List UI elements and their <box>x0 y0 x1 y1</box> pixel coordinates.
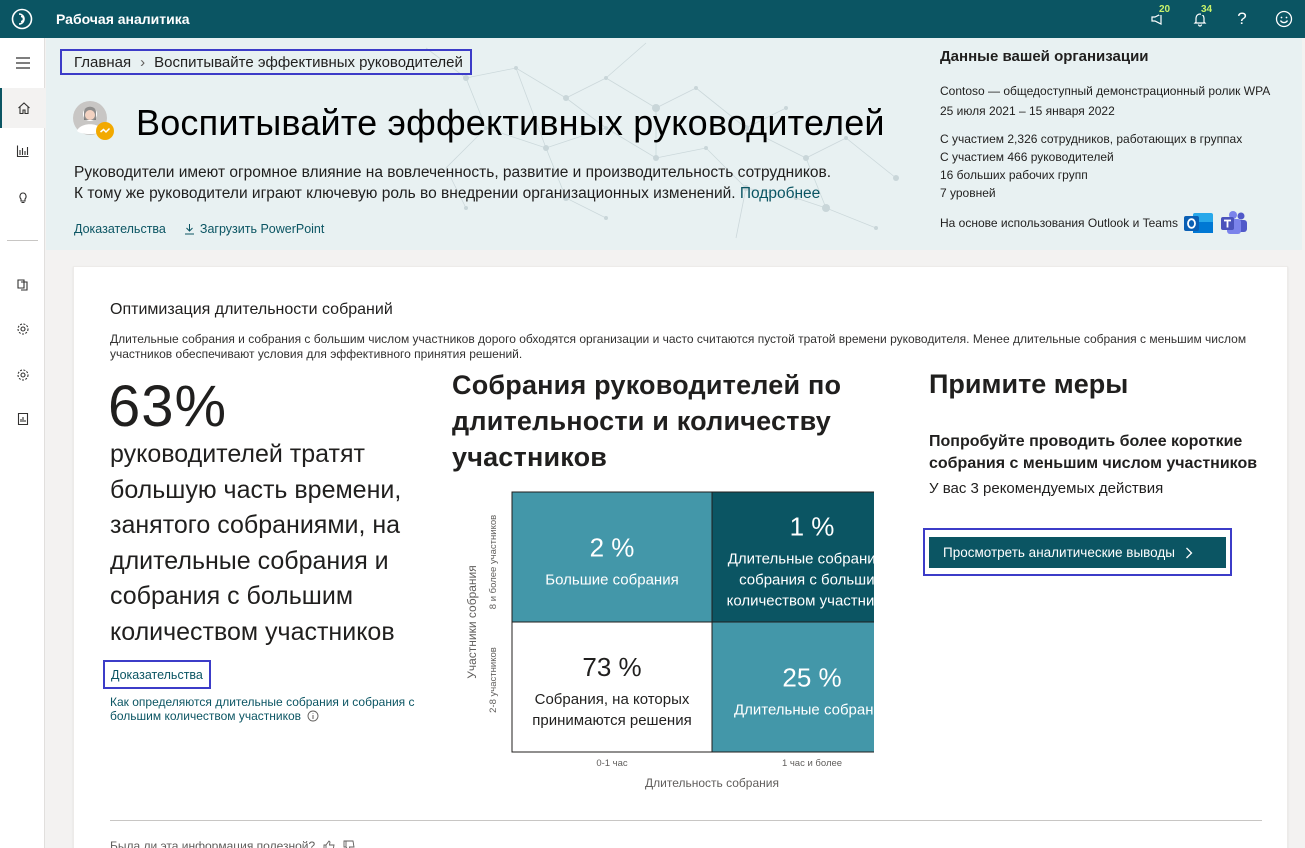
page-description-line-2: К тому же руководители играют ключевую р… <box>74 185 736 202</box>
how-defined-link[interactable]: Как определяются длительные собрания и с… <box>110 695 440 723</box>
org-stat: 7 уровней <box>940 186 996 200</box>
card-divider <box>110 820 1262 821</box>
x-tick-label: 0-1 час <box>596 758 628 769</box>
learn-more-link[interactable]: Подробнее <box>740 185 820 202</box>
announcements-button[interactable]: 20 <box>1137 0 1179 38</box>
menu-hamburger-button[interactable] <box>0 43 45 83</box>
recommended-actions-count: У вас 3 рекомендуемых действия <box>929 480 1164 497</box>
card-title: Оптимизация длительности собраний <box>110 301 393 318</box>
page-description: Руководители имеют огромное влияние на в… <box>74 162 894 204</box>
page-title: Воспитывайте эффективных руководителей <box>136 102 885 143</box>
matrix-cell-label: Собрания, на которых <box>535 691 690 708</box>
workplace-analytics-logo-icon[interactable] <box>0 0 44 38</box>
breadcrumb-home[interactable]: Главная <box>74 54 131 71</box>
page-header: Главная › Воспитывайте эффективных руков… <box>46 38 1302 250</box>
how-defined-text: Как определяются длительные собрания и с… <box>110 695 415 723</box>
help-button[interactable]: ? <box>1221 0 1263 38</box>
report-icon <box>17 412 28 426</box>
view-insights-label: Просмотреть аналитические выводы <box>943 545 1175 560</box>
org-data-title: Данные вашей организации <box>940 48 1149 65</box>
matrix-cell-label: Большие собрания <box>545 572 678 589</box>
gear-icon <box>16 323 29 335</box>
nav-reports[interactable] <box>0 131 45 171</box>
org-stat: 16 больших рабочих групп <box>940 168 1088 182</box>
feedback-question: Была ли эта информация полезной? <box>110 839 316 848</box>
chevron-right-icon <box>1186 547 1193 558</box>
download-icon <box>184 224 194 235</box>
notifications-badge: 34 <box>1201 4 1213 15</box>
org-stat: С участием 466 руководителей <box>940 150 1114 164</box>
nav-home[interactable] <box>0 88 45 128</box>
evidence-header-link[interactable]: Доказательства <box>74 222 166 236</box>
rail-divider <box>7 240 38 241</box>
home-icon <box>17 102 30 115</box>
breadcrumb: Главная › Воспитывайте эффективных руков… <box>60 49 472 75</box>
matrix-cell-label: количеством участников <box>727 593 874 610</box>
org-stat: С участием 2,326 сотрудников, работающих… <box>940 132 1243 146</box>
nav-data-sources[interactable] <box>0 265 45 305</box>
meeting-length-card: Оптимизация длительности собраний Длител… <box>73 266 1288 848</box>
matrix-cell <box>511 621 713 753</box>
matrix-cell-value: 2 % <box>590 533 635 563</box>
lightbulb-icon <box>18 192 27 204</box>
insights-button-focus-frame: Просмотреть аналитические выводы <box>923 528 1232 576</box>
matrix-cell-label: принимаются решения <box>532 712 691 729</box>
help-icon: ? <box>1237 9 1247 28</box>
top-bar: Рабочая аналитика 20 34 ? <box>0 0 1305 38</box>
matrix-cell-label: Длительные собрания и <box>728 551 874 568</box>
header-links: Доказательства Загрузить PowerPoint <box>74 222 324 236</box>
manager-avatar-icon <box>73 101 114 140</box>
info-icon[interactable] <box>307 710 319 722</box>
matrix-cell-label: Длительные собрания <box>734 702 874 719</box>
chart-title: Собрания руководителей по длительности и… <box>452 370 842 472</box>
feedback-smiley-button[interactable] <box>1263 0 1305 38</box>
matrix-cell-value: 73 % <box>582 652 641 682</box>
org-name: Contoso — общедоступный демонстрационный… <box>940 84 1271 98</box>
left-nav-rail <box>0 38 45 848</box>
nav-analyst-reports[interactable] <box>0 399 45 439</box>
announcements-badge: 20 <box>1159 4 1171 15</box>
org-date-range: 25 июля 2021 – 15 января 2022 <box>940 104 1115 118</box>
chevron-right-icon: › <box>140 53 146 71</box>
documents-icon <box>16 279 28 291</box>
take-action-title: Примите меры <box>929 369 1129 399</box>
teams-icon <box>1220 211 1247 234</box>
x-axis-label: Длительность собрания <box>645 776 779 790</box>
app-title: Рабочая аналитика <box>56 11 190 27</box>
breadcrumb-current: Воспитывайте эффективных руководителей <box>154 53 463 71</box>
y-axis-label: Участники собрания <box>465 565 479 679</box>
hamburger-icon <box>15 57 30 69</box>
nav-settings[interactable] <box>0 309 45 349</box>
meeting-matrix-chart: 2 % Большие собрания 1 % Длительные собрани… <box>465 491 874 790</box>
evidence-link[interactable]: Доказательства <box>103 660 211 689</box>
matrix-cell-label: собрания с большим <box>739 572 874 589</box>
org-basis-text: На основе использования Outlook и Teams <box>940 216 1178 230</box>
big-stat-value: 63% <box>108 374 228 439</box>
take-action-subtitle: Попробуйте проводить более короткие собр… <box>929 433 1258 472</box>
notifications-button[interactable]: 34 <box>1179 0 1221 38</box>
bar-chart-icon <box>16 145 28 158</box>
matrix-cell-value: 25 % <box>782 663 841 693</box>
download-powerpoint-link[interactable]: Загрузить PowerPoint <box>184 222 324 236</box>
big-stat-text: руководителей тратят большую часть време… <box>110 440 402 646</box>
thumbs-down-icon[interactable] <box>343 840 355 848</box>
gear-icon <box>16 369 29 381</box>
x-tick-label: 1 час и более <box>782 758 842 769</box>
y-tick-label: 2-8 участников <box>488 647 499 713</box>
matrix-cell-value: 1 % <box>790 512 835 542</box>
view-insights-button[interactable]: Просмотреть аналитические выводы <box>929 537 1226 568</box>
org-basis: На основе использования Outlook и Teams <box>940 210 1290 236</box>
page-description-line-1: Руководители имеют огромное влияние на в… <box>74 164 832 181</box>
org-data-panel: Данные вашей организации Contoso — общед… <box>940 48 1290 236</box>
feedback-row: Была ли эта информация полезной? <box>110 839 355 848</box>
thumbs-up-icon[interactable] <box>323 840 335 848</box>
nav-learning[interactable] <box>0 177 45 217</box>
smiley-icon <box>1275 10 1293 28</box>
y-tick-label: 8 и более участников <box>488 515 499 609</box>
card-description: Длительные собрания и собрания с большим… <box>110 332 1247 361</box>
nav-admin-settings[interactable] <box>0 355 45 395</box>
outlook-icon <box>1183 213 1213 233</box>
download-powerpoint-label: Загрузить PowerPoint <box>199 222 325 236</box>
